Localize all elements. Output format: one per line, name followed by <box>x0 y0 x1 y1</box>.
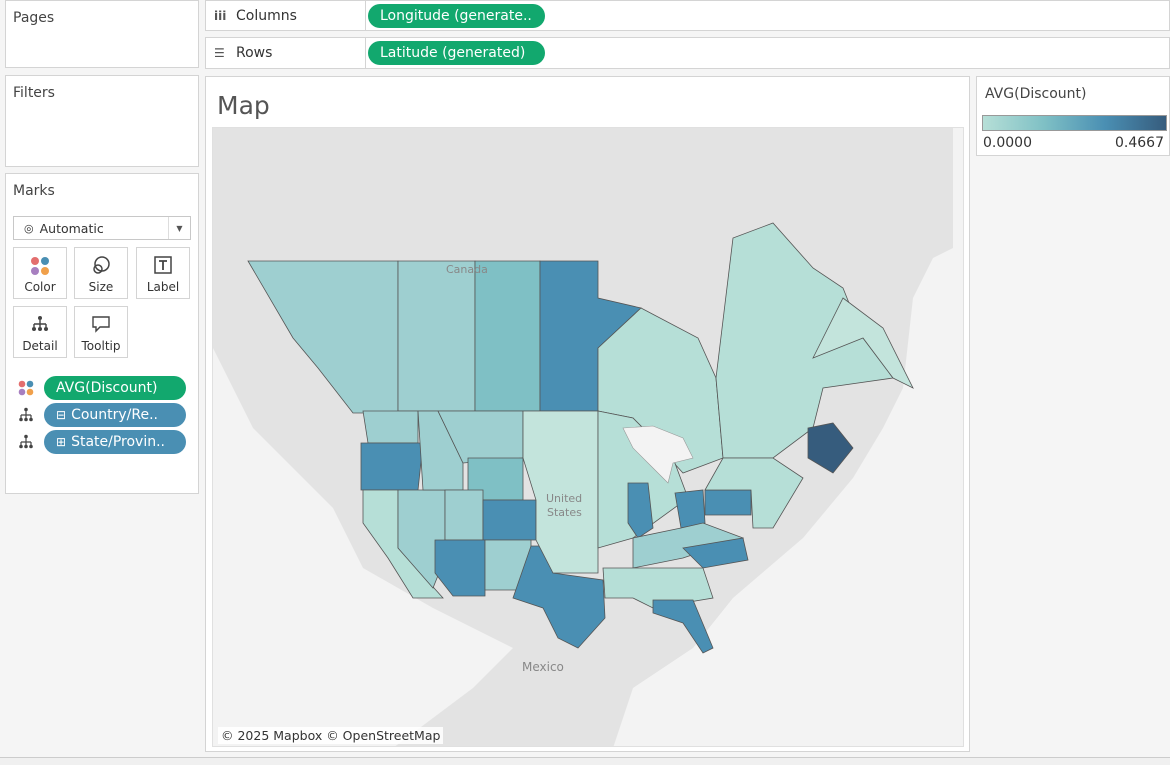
country-region-label: Country/Re.. <box>71 407 159 423</box>
pages-title: Pages <box>13 10 55 26</box>
sheet-title: Map <box>217 91 270 120</box>
region-saskatchewan <box>474 260 541 412</box>
state-province-pill[interactable]: ⊞ State/Provin.. <box>44 430 186 454</box>
country-region-pill[interactable]: ⊟ Country/Re.. <box>44 403 186 427</box>
legend-title: AVG(Discount) <box>985 86 1087 102</box>
columns-icon: iii <box>214 9 227 23</box>
map-mark-icon: ◎ <box>24 221 34 235</box>
size-button-label: Size <box>88 280 114 294</box>
tooltip-icon <box>92 316 110 333</box>
region-colorado <box>482 499 537 541</box>
marks-field-row: AVG(Discount) <box>6 376 196 400</box>
text-label-icon <box>154 256 172 274</box>
detail-button-label: Detail <box>22 339 58 353</box>
marks-field-row: ⊟ Country/Re.. <box>6 403 196 427</box>
filters-title: Filters <box>13 85 55 101</box>
rows-label: Rows <box>236 45 273 61</box>
state-province-label: State/Provin.. <box>71 434 165 450</box>
rows-icon: ☰ <box>214 46 225 60</box>
latitude-pill[interactable]: Latitude (generated) <box>368 41 545 65</box>
color-dots-icon <box>31 257 49 275</box>
detail-tree-icon <box>19 407 33 422</box>
detail-tree-icon <box>19 434 33 449</box>
avg-discount-pill[interactable]: AVG(Discount) <box>44 376 186 400</box>
sheet-tabs-bar[interactable] <box>0 757 1170 765</box>
legend-gradient <box>982 115 1167 131</box>
tooltip-button[interactable]: Tooltip <box>74 306 128 358</box>
map-view[interactable]: Canada United States Mexico © 2025 Mapbo… <box>212 127 964 747</box>
label-united: United <box>546 492 583 505</box>
filters-card[interactable]: Filters <box>5 75 199 167</box>
tooltip-button-label: Tooltip <box>81 339 121 353</box>
region-utah <box>444 489 484 541</box>
columns-shelf[interactable]: iii Columns Longitude (generate.. <box>205 0 1170 31</box>
label-canada: Canada <box>446 263 488 276</box>
detail-button[interactable]: Detail <box>13 306 67 358</box>
color-button[interactable]: Color <box>13 247 67 299</box>
region-washington <box>362 410 419 444</box>
columns-label: Columns <box>236 8 297 24</box>
rows-shelf[interactable]: ☰ Rows Latitude (generated) <box>205 37 1170 69</box>
mark-type-value: Automatic <box>39 220 104 236</box>
region-alberta <box>397 260 476 412</box>
marks-field-row: ⊞ State/Provin.. <box>6 430 196 454</box>
marks-card: Marks ◎ Automatic ▼ Color Size Label Det… <box>5 173 199 494</box>
color-dots-icon <box>18 380 34 396</box>
expand-icon[interactable]: ⊞ <box>56 435 66 449</box>
columns-shelf-header: iii Columns <box>206 1 366 31</box>
rows-shelf-header: ☰ Rows <box>206 38 366 68</box>
map-worksheet: Map Canada United States Mexico © 2025 M… <box>205 76 970 752</box>
region-oregon <box>360 442 424 491</box>
label-states: States <box>547 506 582 519</box>
label-button[interactable]: Label <box>136 247 190 299</box>
color-legend[interactable]: AVG(Discount) 0.0000 0.4667 <box>976 76 1170 156</box>
detail-tree-icon <box>32 316 48 331</box>
map-attribution[interactable]: © 2025 Mapbox © OpenStreetMap <box>218 727 444 744</box>
legend-max: 0.4667 <box>1115 135 1164 151</box>
label-mexico: Mexico <box>522 660 564 674</box>
region-pennsylvania <box>704 489 752 516</box>
mark-type-dropdown[interactable]: ◎ Automatic ▼ <box>13 216 191 240</box>
map-svg[interactable] <box>213 128 964 747</box>
color-button-label: Color <box>24 280 56 294</box>
size-icon <box>93 256 110 274</box>
pages-card[interactable]: Pages <box>5 0 199 68</box>
collapse-icon[interactable]: ⊟ <box>56 408 66 422</box>
label-button-label: Label <box>146 280 180 294</box>
chevron-down-icon[interactable]: ▼ <box>168 217 190 239</box>
marks-title: Marks <box>13 183 55 199</box>
size-button[interactable]: Size <box>74 247 128 299</box>
longitude-pill[interactable]: Longitude (generate.. <box>368 4 545 28</box>
legend-min: 0.0000 <box>983 135 1032 151</box>
